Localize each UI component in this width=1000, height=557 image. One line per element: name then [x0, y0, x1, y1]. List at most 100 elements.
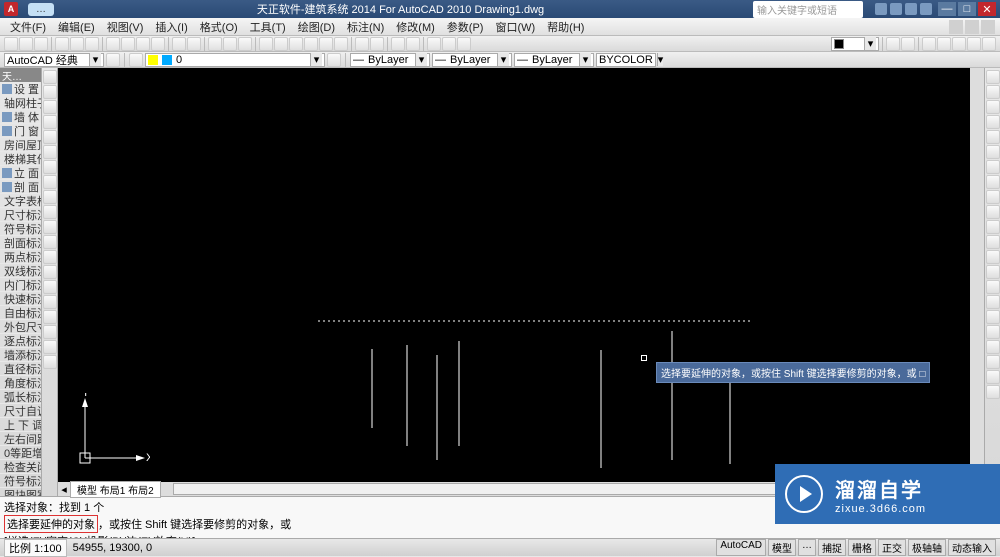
- measure-icon[interactable]: [886, 37, 900, 51]
- r6-icon[interactable]: [986, 385, 1000, 399]
- t2-icon[interactable]: [937, 37, 951, 51]
- join-icon[interactable]: [986, 250, 1000, 264]
- table-icon[interactable]: [457, 37, 471, 51]
- circle-icon[interactable]: [43, 160, 57, 174]
- lineweight-combo[interactable]: —ByLayer▾: [432, 53, 512, 67]
- break-icon[interactable]: [986, 235, 1000, 249]
- zoom-icon[interactable]: [223, 37, 237, 51]
- offset-icon[interactable]: [986, 115, 1000, 129]
- scale-icon[interactable]: [986, 175, 1000, 189]
- tool-palette-icon[interactable]: [289, 37, 303, 51]
- minimize-button[interactable]: —: [938, 2, 956, 16]
- block-icon[interactable]: [391, 37, 405, 51]
- status-ortho[interactable]: 正交: [878, 539, 906, 556]
- print-icon[interactable]: [55, 37, 69, 51]
- question-icon[interactable]: [920, 3, 932, 15]
- menu-help[interactable]: 帮助(H): [541, 19, 590, 35]
- mirror-icon[interactable]: [986, 100, 1000, 114]
- workspace-combo[interactable]: AutoCAD 经典▾: [4, 53, 104, 67]
- dim-icon[interactable]: [427, 37, 441, 51]
- menu-modify[interactable]: 修改(M): [390, 19, 441, 35]
- linetype-combo[interactable]: —ByLayer▾: [350, 53, 430, 67]
- menu-draw[interactable]: 绘图(D): [292, 19, 341, 35]
- r4-icon[interactable]: [986, 355, 1000, 369]
- search-input[interactable]: 输入关键字或短语: [753, 1, 863, 18]
- info-icon[interactable]: [890, 3, 902, 15]
- table2-icon[interactable]: [43, 325, 57, 339]
- copy-icon[interactable]: [121, 37, 135, 51]
- status-model[interactable]: 模型: [768, 539, 796, 556]
- ws-settings-icon[interactable]: [106, 53, 120, 67]
- t1-icon[interactable]: [922, 37, 936, 51]
- qat-pill[interactable]: …: [28, 3, 54, 16]
- menu-tools[interactable]: 工具(T): [244, 19, 292, 35]
- array-icon[interactable]: [986, 130, 1000, 144]
- stretch-icon[interactable]: [986, 190, 1000, 204]
- help-icon[interactable]: [875, 3, 887, 15]
- dc-icon[interactable]: [274, 37, 288, 51]
- insertblk-icon[interactable]: [43, 235, 57, 249]
- status-dyn[interactable]: 动态输入: [948, 539, 996, 556]
- status-grid[interactable]: 栅格: [848, 539, 876, 556]
- new-icon[interactable]: [4, 37, 18, 51]
- fillet-icon[interactable]: [986, 280, 1000, 294]
- explode-icon[interactable]: [986, 295, 1000, 309]
- extend-icon[interactable]: [986, 220, 1000, 234]
- open-icon[interactable]: [19, 37, 33, 51]
- arc-icon[interactable]: [43, 145, 57, 159]
- markup-icon[interactable]: [319, 37, 333, 51]
- match-icon[interactable]: [151, 37, 165, 51]
- copyobj-icon[interactable]: [986, 85, 1000, 99]
- layer-mgr-icon[interactable]: [129, 53, 143, 67]
- color-combo[interactable]: ▾: [831, 37, 879, 51]
- layer-state-icon[interactable]: [370, 37, 384, 51]
- addsel-icon[interactable]: [43, 355, 57, 369]
- status-scale[interactable]: 比例 1:100: [4, 539, 67, 557]
- drawing-canvas[interactable]: 选择要延伸的对象，或按住 Shift 键选择要修剪的对象，或 □ Y X ◂ 模…: [58, 68, 984, 496]
- mdi-max-icon[interactable]: [965, 20, 979, 34]
- close-button[interactable]: ✕: [978, 2, 996, 16]
- ellipse-icon[interactable]: [43, 205, 57, 219]
- t3-icon[interactable]: [952, 37, 966, 51]
- palette-item-29[interactable]: 图块图案: [0, 488, 41, 496]
- model-tab[interactable]: 模型 布局1 布局2: [70, 481, 161, 498]
- hatch-icon[interactable]: [43, 280, 57, 294]
- mdi-close-icon[interactable]: [981, 20, 995, 34]
- layer-icon[interactable]: [355, 37, 369, 51]
- region-icon[interactable]: [43, 310, 57, 324]
- text-icon[interactable]: [442, 37, 456, 51]
- menu-dimension[interactable]: 标注(N): [341, 19, 390, 35]
- makeblk-icon[interactable]: [43, 250, 57, 264]
- status-snap[interactable]: 捕捉: [818, 539, 846, 556]
- pline-icon[interactable]: [43, 100, 57, 114]
- polygon-icon[interactable]: [43, 115, 57, 129]
- move-icon[interactable]: [986, 145, 1000, 159]
- redo-icon[interactable]: [187, 37, 201, 51]
- area-icon[interactable]: [901, 37, 915, 51]
- gradient-icon[interactable]: [43, 295, 57, 309]
- layer-prev-icon[interactable]: [327, 53, 341, 67]
- menu-format[interactable]: 格式(O): [194, 19, 244, 35]
- menu-param[interactable]: 参数(P): [441, 19, 490, 35]
- pan-icon[interactable]: [208, 37, 222, 51]
- rect-icon[interactable]: [43, 130, 57, 144]
- cut-icon[interactable]: [106, 37, 120, 51]
- menu-window[interactable]: 窗口(W): [489, 19, 541, 35]
- chamfer-icon[interactable]: [986, 265, 1000, 279]
- layer-combo[interactable]: 0▾: [145, 53, 325, 67]
- r5-icon[interactable]: [986, 370, 1000, 384]
- menu-edit[interactable]: 编辑(E): [52, 19, 101, 35]
- ellipsearc-icon[interactable]: [43, 220, 57, 234]
- maximize-button[interactable]: □: [958, 2, 976, 16]
- status-polar[interactable]: 极轴轴: [908, 539, 946, 556]
- status-app[interactable]: AutoCAD: [716, 539, 766, 556]
- publish-icon[interactable]: [85, 37, 99, 51]
- star-icon[interactable]: [905, 3, 917, 15]
- xline-icon[interactable]: [43, 85, 57, 99]
- sheet-icon[interactable]: [304, 37, 318, 51]
- zoom-prev-icon[interactable]: [238, 37, 252, 51]
- undo-icon[interactable]: [172, 37, 186, 51]
- bycolor-combo[interactable]: BYCOLOR▾: [596, 53, 656, 67]
- point-icon[interactable]: [43, 265, 57, 279]
- rotate-icon[interactable]: [986, 160, 1000, 174]
